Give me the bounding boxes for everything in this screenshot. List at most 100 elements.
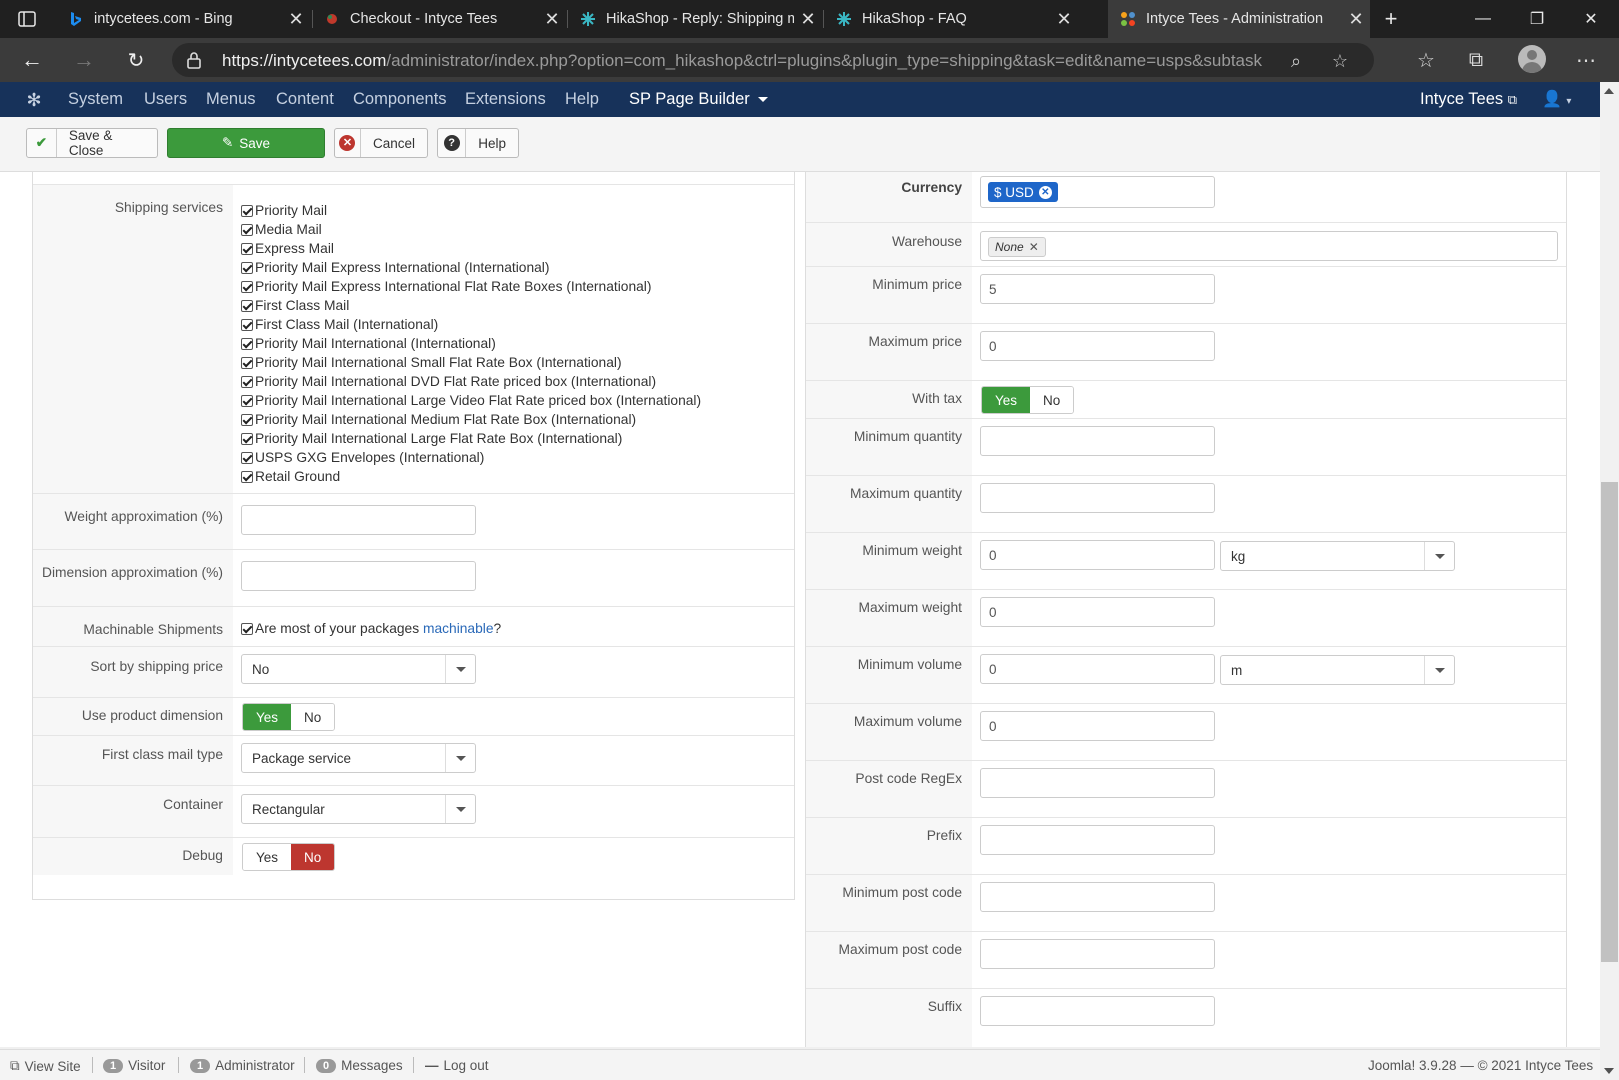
- maximum-price-input[interactable]: 0: [980, 331, 1215, 361]
- page-scrollbar[interactable]: [1600, 82, 1619, 1080]
- save-button[interactable]: ✎ Save: [167, 128, 325, 158]
- machinable-checkbox[interactable]: [241, 622, 253, 635]
- menu-extensions[interactable]: Extensions: [465, 90, 546, 109]
- toggle-no[interactable]: No: [291, 704, 335, 730]
- profile-avatar[interactable]: [1518, 45, 1546, 73]
- shipping-service-checkbox[interactable]: [241, 432, 253, 445]
- use-dimension-toggle[interactable]: Yes No: [242, 703, 336, 731]
- close-icon[interactable]: ✕: [1342, 9, 1370, 30]
- minimum-volume-input[interactable]: 0: [980, 654, 1215, 684]
- zoom-icon[interactable]: ⌕: [1284, 49, 1308, 73]
- close-icon[interactable]: ✕: [794, 9, 822, 30]
- collections-icon[interactable]: ⧉: [1462, 46, 1490, 74]
- minimum-quantity-input[interactable]: [980, 426, 1215, 456]
- site-link[interactable]: Intyce Tees ⧉: [1420, 90, 1517, 109]
- postcode-regex-input[interactable]: [980, 768, 1215, 798]
- remove-tag-icon[interactable]: ✕: [1038, 185, 1052, 199]
- machinable-link[interactable]: machinable: [423, 621, 494, 636]
- joomla-logo-icon[interactable]: ✻: [24, 90, 44, 110]
- browser-tab-bing[interactable]: intycetees.com - Bing ✕: [56, 0, 310, 38]
- toggle-yes[interactable]: Yes: [243, 704, 292, 730]
- browser-tab-administration[interactable]: Intyce Tees - Administration ✕: [1108, 0, 1370, 38]
- favorites-icon[interactable]: ☆: [1412, 46, 1440, 74]
- shipping-service-checkbox[interactable]: [241, 394, 253, 407]
- currency-multiselect[interactable]: $ USD ✕: [980, 176, 1215, 208]
- shipping-service-checkbox[interactable]: [241, 242, 253, 255]
- shipping-service-checkbox[interactable]: [241, 356, 253, 369]
- shipping-service-checkbox[interactable]: [241, 337, 253, 350]
- maximum-postcode-input[interactable]: [980, 939, 1215, 969]
- menu-content[interactable]: Content: [276, 90, 334, 109]
- back-arrow-icon[interactable]: ←: [14, 42, 50, 78]
- toggle-yes[interactable]: Yes: [982, 387, 1031, 413]
- forward-arrow-icon[interactable]: →: [66, 42, 102, 78]
- minimum-weight-input[interactable]: 0: [980, 540, 1215, 570]
- volume-unit-select[interactable]: m: [1220, 655, 1455, 685]
- address-bar[interactable]: https://intycetees.com/administrator/ind…: [172, 43, 1374, 77]
- with-tax-toggle[interactable]: Yes No: [981, 386, 1075, 414]
- first-class-type-select[interactable]: Package service: [241, 743, 476, 773]
- cancel-button[interactable]: ✕ Cancel: [334, 128, 428, 158]
- shipping-service-checkbox[interactable]: [241, 375, 253, 388]
- view-site-link[interactable]: ⧉ View Site: [10, 1058, 81, 1074]
- remove-tag-icon[interactable]: ✕: [1029, 240, 1039, 254]
- toggle-yes[interactable]: Yes: [243, 844, 292, 870]
- more-menu-icon[interactable]: ⋯: [1572, 46, 1600, 74]
- user-menu-icon[interactable]: 👤 ▾: [1542, 89, 1571, 109]
- sort-by-price-select[interactable]: No: [241, 654, 476, 684]
- debug-toggle[interactable]: Yes No: [242, 843, 336, 871]
- messages-count[interactable]: 0 Messages: [316, 1058, 403, 1073]
- administrator-count[interactable]: 1 Administrator: [190, 1058, 295, 1073]
- menu-components[interactable]: Components: [353, 90, 447, 109]
- shipping-service-checkbox[interactable]: [241, 280, 253, 293]
- maximum-quantity-input[interactable]: [980, 483, 1215, 513]
- restore-icon[interactable]: ❐: [1514, 0, 1560, 38]
- scroll-up-arrow-icon[interactable]: [1604, 88, 1614, 94]
- close-icon[interactable]: ✕: [538, 9, 566, 30]
- shipping-service-checkbox[interactable]: [241, 318, 253, 331]
- menu-sp-page-builder[interactable]: SP Page Builder: [629, 90, 768, 109]
- shipping-service-checkbox[interactable]: [241, 413, 253, 426]
- dimension-approximation-input[interactable]: [241, 561, 476, 591]
- menu-menus[interactable]: Menus: [206, 90, 256, 109]
- browser-tab-hikashop-faq[interactable]: HikaShop - FAQ ✕: [824, 0, 1078, 38]
- warehouse-multiselect[interactable]: None ✕: [980, 231, 1558, 261]
- suffix-input[interactable]: [980, 996, 1215, 1026]
- minimize-icon[interactable]: —: [1460, 0, 1506, 38]
- weight-unit-select[interactable]: kg: [1220, 541, 1455, 571]
- add-favorite-icon[interactable]: ☆: [1328, 49, 1352, 73]
- browser-tab-checkout[interactable]: Checkout - Intyce Tees ✕: [312, 0, 566, 38]
- new-tab-icon[interactable]: +: [1368, 0, 1414, 38]
- save-close-button[interactable]: ✔ Save & Close: [26, 128, 158, 158]
- shipping-service-checkbox[interactable]: [241, 451, 253, 464]
- refresh-icon[interactable]: ↻: [118, 42, 154, 78]
- shipping-service-checkbox[interactable]: [241, 470, 253, 483]
- browser-tab-hikashop-reply[interactable]: HikaShop - Reply: Shipping m ✕: [568, 0, 822, 38]
- container-select[interactable]: Rectangular: [241, 794, 476, 824]
- menu-help[interactable]: Help: [565, 90, 599, 109]
- help-button[interactable]: ? Help: [437, 128, 519, 158]
- menu-system[interactable]: System: [68, 90, 123, 109]
- close-icon[interactable]: ✕: [1050, 9, 1078, 30]
- tab-actions-icon[interactable]: [4, 0, 50, 38]
- menu-users[interactable]: Users: [144, 90, 187, 109]
- minimum-price-input[interactable]: 5: [980, 274, 1215, 304]
- logout-link[interactable]: — Log out: [425, 1058, 489, 1073]
- close-icon[interactable]: ✕: [282, 9, 310, 30]
- minimum-postcode-input[interactable]: [980, 882, 1215, 912]
- shipping-service-checkbox[interactable]: [241, 261, 253, 274]
- scrollbar-thumb[interactable]: [1601, 482, 1618, 962]
- shipping-service-checkbox[interactable]: [241, 223, 253, 236]
- toggle-no[interactable]: No: [1030, 387, 1074, 413]
- visitor-count[interactable]: 1 Visitor: [103, 1058, 165, 1073]
- shipping-service-checkbox[interactable]: [241, 204, 253, 217]
- shipping-service-checkbox[interactable]: [241, 299, 253, 312]
- tab-title: HikaShop - FAQ: [862, 11, 967, 27]
- weight-approximation-input[interactable]: [241, 505, 476, 535]
- scroll-down-arrow-icon[interactable]: [1604, 1068, 1614, 1074]
- maximum-weight-input[interactable]: 0: [980, 597, 1215, 627]
- close-window-icon[interactable]: ✕: [1568, 0, 1614, 38]
- maximum-volume-input[interactable]: 0: [980, 711, 1215, 741]
- toggle-no[interactable]: No: [291, 844, 335, 870]
- prefix-input[interactable]: [980, 825, 1215, 855]
